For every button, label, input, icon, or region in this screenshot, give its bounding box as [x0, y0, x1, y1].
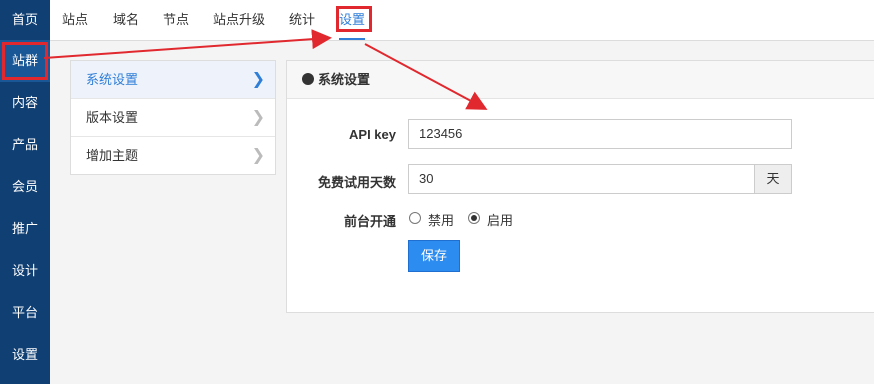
tab-domains[interactable]: 域名	[113, 0, 139, 40]
frontend-open-label: 前台开通	[343, 214, 396, 229]
sidebar-item-content[interactable]: 内容	[0, 82, 50, 124]
save-button[interactable]: 保存	[408, 240, 460, 272]
sidebar-item-design[interactable]: 设计	[0, 250, 50, 292]
sidebar-item-settings[interactable]: 设置	[0, 334, 50, 376]
submenu-item-version-settings[interactable]: 版本设置 ❯	[71, 99, 275, 137]
submenu-item-label: 增加主题	[86, 148, 139, 163]
submenu-item-label: 版本设置	[86, 110, 139, 125]
sidebar-item-products[interactable]: 产品	[0, 124, 50, 166]
radio-disable[interactable]	[409, 212, 421, 224]
tab-nodes[interactable]: 节点	[163, 0, 189, 40]
top-tab-bar: 站点 域名 节点 站点升级 统计 设置	[50, 0, 874, 41]
chevron-right-icon: ❯	[251, 71, 265, 88]
sidebar-item-site-group[interactable]: 站群	[0, 40, 50, 82]
sidebar-item-promotion[interactable]: 推广	[0, 208, 50, 250]
submenu-item-add-theme[interactable]: 增加主题 ❯	[71, 137, 275, 174]
submenu-item-label: 系统设置	[86, 72, 139, 87]
sidebar-item-members[interactable]: 会员	[0, 166, 50, 208]
trial-days-input[interactable]: 30	[408, 164, 755, 194]
sidebar-item-home[interactable]: 首页	[0, 0, 50, 40]
trial-days-label: 免费试用天数	[317, 175, 396, 190]
annotation-arrow-to-tab	[43, 29, 332, 59]
settings-submenu: 系统设置 ❯ 版本设置 ❯ 增加主题 ❯	[70, 60, 276, 175]
sidebar: 首页 站群 内容 产品 会员 推广 设计 平台 设置	[0, 0, 50, 384]
tab-sites[interactable]: 站点	[62, 0, 88, 40]
api-key-label: API key	[349, 127, 396, 142]
tab-site-upgrade[interactable]: 站点升级	[213, 0, 265, 40]
api-key-input[interactable]: 123456	[408, 119, 792, 149]
radio-enable[interactable]	[468, 212, 480, 224]
panel-header: 系统设置	[287, 61, 874, 99]
radio-disable-label: 禁用	[428, 213, 455, 228]
trial-days-unit: 天	[754, 164, 792, 194]
radio-enable-label: 启用	[487, 213, 514, 228]
chevron-right-icon: ❯	[251, 147, 265, 164]
tab-statistics[interactable]: 统计	[289, 0, 315, 40]
tab-settings[interactable]: 设置	[339, 0, 366, 40]
panel-title: 系统设置	[318, 72, 371, 87]
submenu-item-system-settings[interactable]: 系统设置 ❯	[71, 61, 275, 99]
globe-icon	[302, 73, 314, 85]
chevron-right-icon: ❯	[251, 109, 265, 126]
sidebar-item-platform[interactable]: 平台	[0, 292, 50, 334]
